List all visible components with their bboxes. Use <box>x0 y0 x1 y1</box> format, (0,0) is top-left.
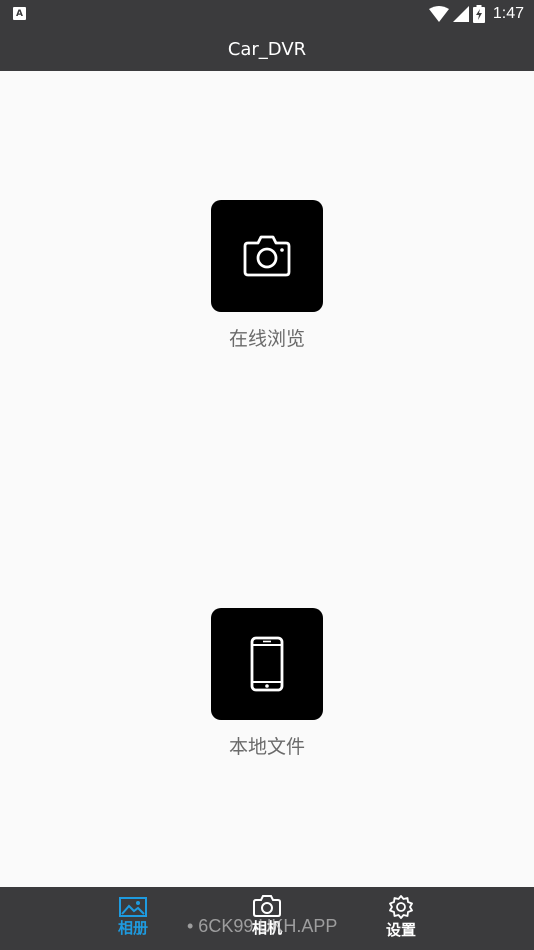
gallery-icon <box>119 897 147 917</box>
local-files-tile[interactable] <box>211 608 323 720</box>
status-time: 1:47 <box>492 5 524 22</box>
nav-item-camera[interactable]: 相机 <box>237 895 297 945</box>
camera-icon <box>253 895 281 917</box>
status-bar: A 1:47 <box>0 0 534 28</box>
signal-icon <box>452 6 469 22</box>
phone-icon <box>250 636 284 692</box>
app-bar: Car_DVR <box>0 28 534 71</box>
nav-label-camera: 相机 <box>251 919 282 937</box>
battery-icon <box>472 5 485 23</box>
status-icons: 1:47 <box>428 4 524 24</box>
online-browse-label: 在线浏览 <box>228 328 305 350</box>
camera-icon <box>243 235 291 277</box>
nav-item-album[interactable]: 相册 <box>103 895 163 945</box>
local-files-label: 本地文件 <box>228 736 305 758</box>
nav-item-settings[interactable]: 设置 <box>371 895 431 945</box>
nav-label-settings: 设置 <box>385 921 416 939</box>
online-browse-tile[interactable] <box>211 200 323 312</box>
app-title: Car_DVR <box>227 39 307 60</box>
notification-icon: A <box>13 7 26 20</box>
wifi-icon <box>428 6 449 22</box>
nav-label-album: 相册 <box>117 919 148 937</box>
gear-icon <box>389 895 413 919</box>
main-content: 在线浏览 本地文件 <box>0 71 534 887</box>
bottom-nav: 相册 相机 设置 <box>0 887 534 950</box>
